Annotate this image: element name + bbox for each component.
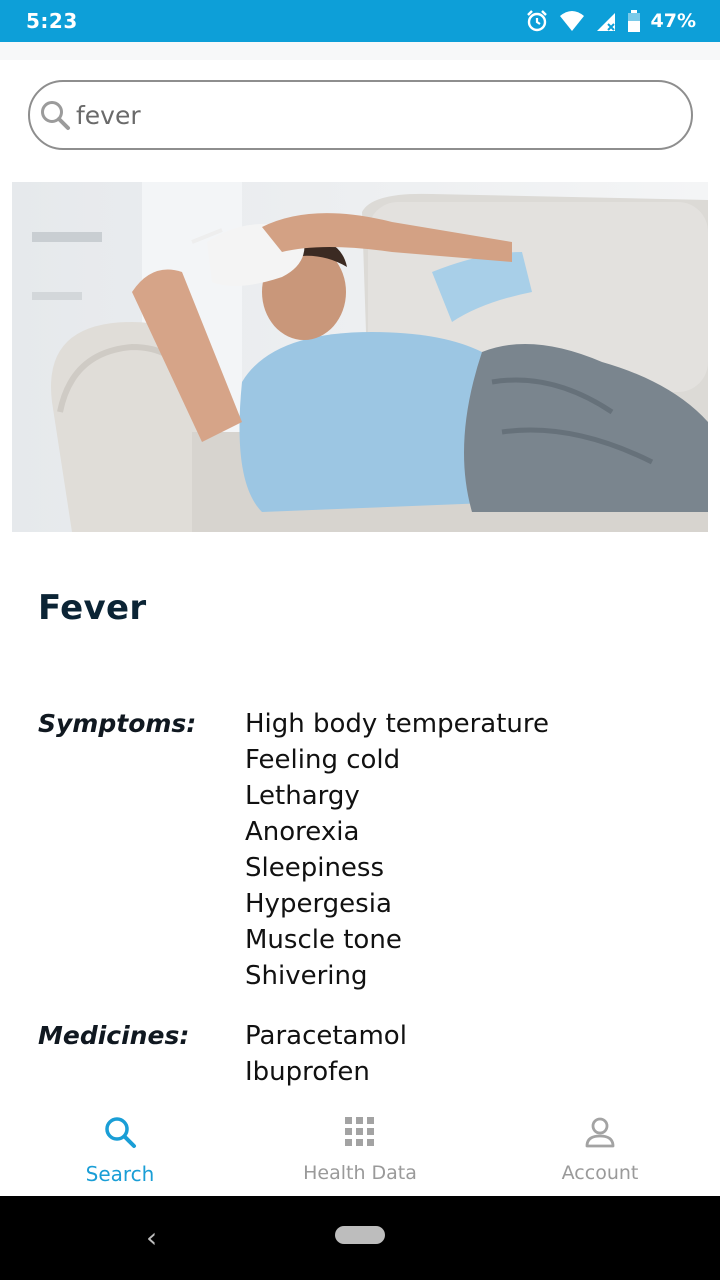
symptom-item: Anorexia xyxy=(245,817,360,847)
symptom-item: Feeling cold xyxy=(245,745,401,775)
battery-icon xyxy=(627,10,641,32)
search-icon xyxy=(103,1112,137,1152)
medicines-list: Paracetamol Ibuprofen xyxy=(245,1018,407,1090)
wifi-icon xyxy=(559,10,585,32)
cell-signal-icon xyxy=(595,10,617,32)
status-icons: 47% xyxy=(525,9,696,33)
symptom-item: Shivering xyxy=(245,961,368,991)
symptom-item: Sleepiness xyxy=(245,853,385,883)
search-icon xyxy=(38,98,72,132)
medicine-item: Paracetamol xyxy=(245,1021,407,1051)
symptoms-section: Symptoms: High body temperature Feeling … xyxy=(38,706,549,994)
back-icon[interactable]: ‹ xyxy=(146,1224,157,1252)
status-bar: 5:23 47% xyxy=(0,0,720,42)
tab-account[interactable]: Account xyxy=(480,1100,720,1196)
home-pill[interactable] xyxy=(335,1226,385,1244)
search-input[interactable] xyxy=(76,100,656,130)
medicine-item: Ibuprofen xyxy=(245,1057,370,1087)
tab-health-data-label: Health Data xyxy=(303,1162,417,1184)
search-bar[interactable] xyxy=(28,80,693,150)
status-time: 5:23 xyxy=(26,9,78,33)
symptom-item: Lethargy xyxy=(245,781,360,811)
alarm-icon xyxy=(525,9,549,33)
tab-search[interactable]: Search xyxy=(0,1100,240,1196)
battery-percent: 47% xyxy=(650,10,696,32)
person-icon xyxy=(584,1112,616,1152)
system-nav-bar: ‹ xyxy=(0,1196,720,1280)
condition-title: Fever xyxy=(38,588,147,628)
symptoms-label: Symptoms: xyxy=(38,709,197,738)
condition-image xyxy=(12,182,708,532)
symptoms-list: High body temperature Feeling cold Letha… xyxy=(245,706,549,994)
symptom-item: Muscle tone xyxy=(245,925,402,955)
symptom-item: High body temperature xyxy=(245,709,550,739)
medicines-label: Medicines: xyxy=(38,1021,190,1050)
tab-search-label: Search xyxy=(85,1162,155,1186)
tab-account-label: Account xyxy=(561,1162,639,1184)
header-strip xyxy=(0,42,720,60)
symptom-item: Hypergesia xyxy=(245,889,392,919)
grid-icon xyxy=(345,1112,375,1152)
tab-health-data[interactable]: Health Data xyxy=(240,1100,480,1196)
medicines-section: Medicines: Paracetamol Ibuprofen xyxy=(38,1018,407,1090)
bottom-tab-bar: Search Health Data Account xyxy=(0,1100,720,1196)
